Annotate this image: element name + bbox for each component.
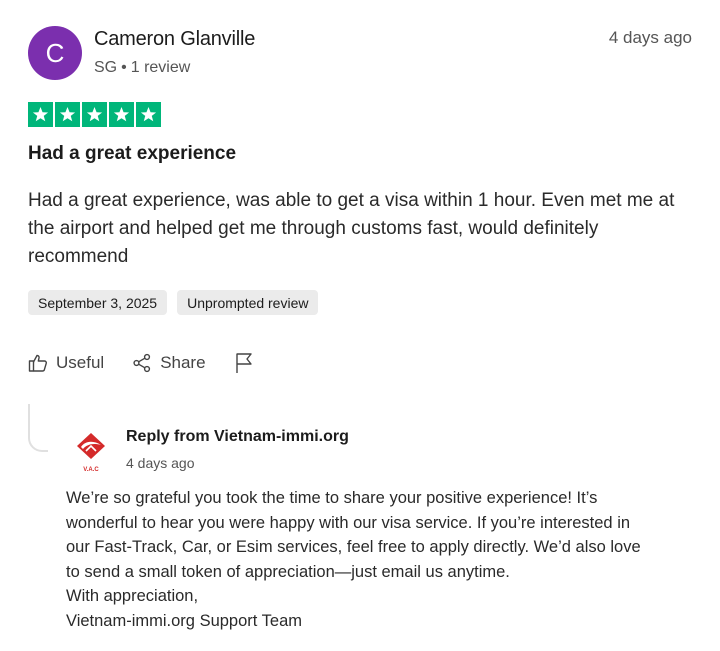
- meta-separator: •: [121, 59, 127, 76]
- flag-icon: [234, 352, 254, 374]
- review-title[interactable]: Had a great experience: [28, 143, 236, 165]
- experience-date-badge: September 3, 2025: [28, 290, 168, 315]
- reply-line: Vietnam-immi.org Support Team: [66, 611, 302, 630]
- reviewer-name[interactable]: Cameron Glanville: [94, 28, 255, 51]
- flag-button[interactable]: [234, 352, 254, 374]
- reply-line: wonderful to hear you were happy with ou…: [66, 513, 631, 532]
- reply-date-ago: 4 days ago: [126, 455, 195, 471]
- useful-label: Useful: [56, 353, 105, 372]
- review-date-ago: 4 days ago: [608, 28, 692, 47]
- reviewer-country: SG: [94, 59, 118, 76]
- avatar[interactable]: C: [28, 26, 82, 80]
- reply-from: Reply from Vietnam-immi.org: [126, 428, 349, 445]
- review-actions: Useful Share: [28, 352, 282, 374]
- star-icon: [82, 102, 107, 127]
- star-icon: [28, 102, 53, 127]
- reviewer-review-count: 1 review: [130, 59, 191, 76]
- reply-body: We’re so grateful you took the time to s…: [66, 486, 696, 634]
- company-logo: V.A.C: [74, 432, 108, 474]
- star-icon: [136, 102, 161, 127]
- reply-line: With appreciation,: [66, 587, 199, 606]
- useful-button[interactable]: Useful: [28, 353, 104, 373]
- unprompted-review-badge[interactable]: Unprompted review: [177, 290, 319, 315]
- reply-connector: [28, 404, 48, 452]
- reply-line: to send a small token of appreciation—ju…: [66, 562, 510, 581]
- share-label: Share: [160, 353, 206, 372]
- share-button[interactable]: Share: [132, 353, 206, 373]
- svg-text:V.A.C: V.A.C: [83, 467, 99, 473]
- star-rating: [28, 102, 161, 127]
- reviewer-meta: SG • 1 review: [94, 59, 190, 77]
- thumbs-up-icon: [28, 353, 48, 373]
- star-icon: [55, 102, 80, 127]
- review-card: C Cameron Glanville SG • 1 review 4 days a…: [0, 0, 720, 651]
- review-tags: September 3, 2025 Unprompted review: [28, 290, 319, 315]
- reply-line: our Fast-Track, Car, or Esim services, f…: [66, 538, 641, 557]
- star-icon: [109, 102, 134, 127]
- review-header: C Cameron Glanville SG • 1 review 4 days a…: [28, 26, 692, 82]
- review-body: Had a great experience, was able to get …: [28, 190, 675, 267]
- share-icon: [132, 353, 152, 373]
- reply-line: We’re so grateful you took the time to s…: [66, 489, 598, 507]
